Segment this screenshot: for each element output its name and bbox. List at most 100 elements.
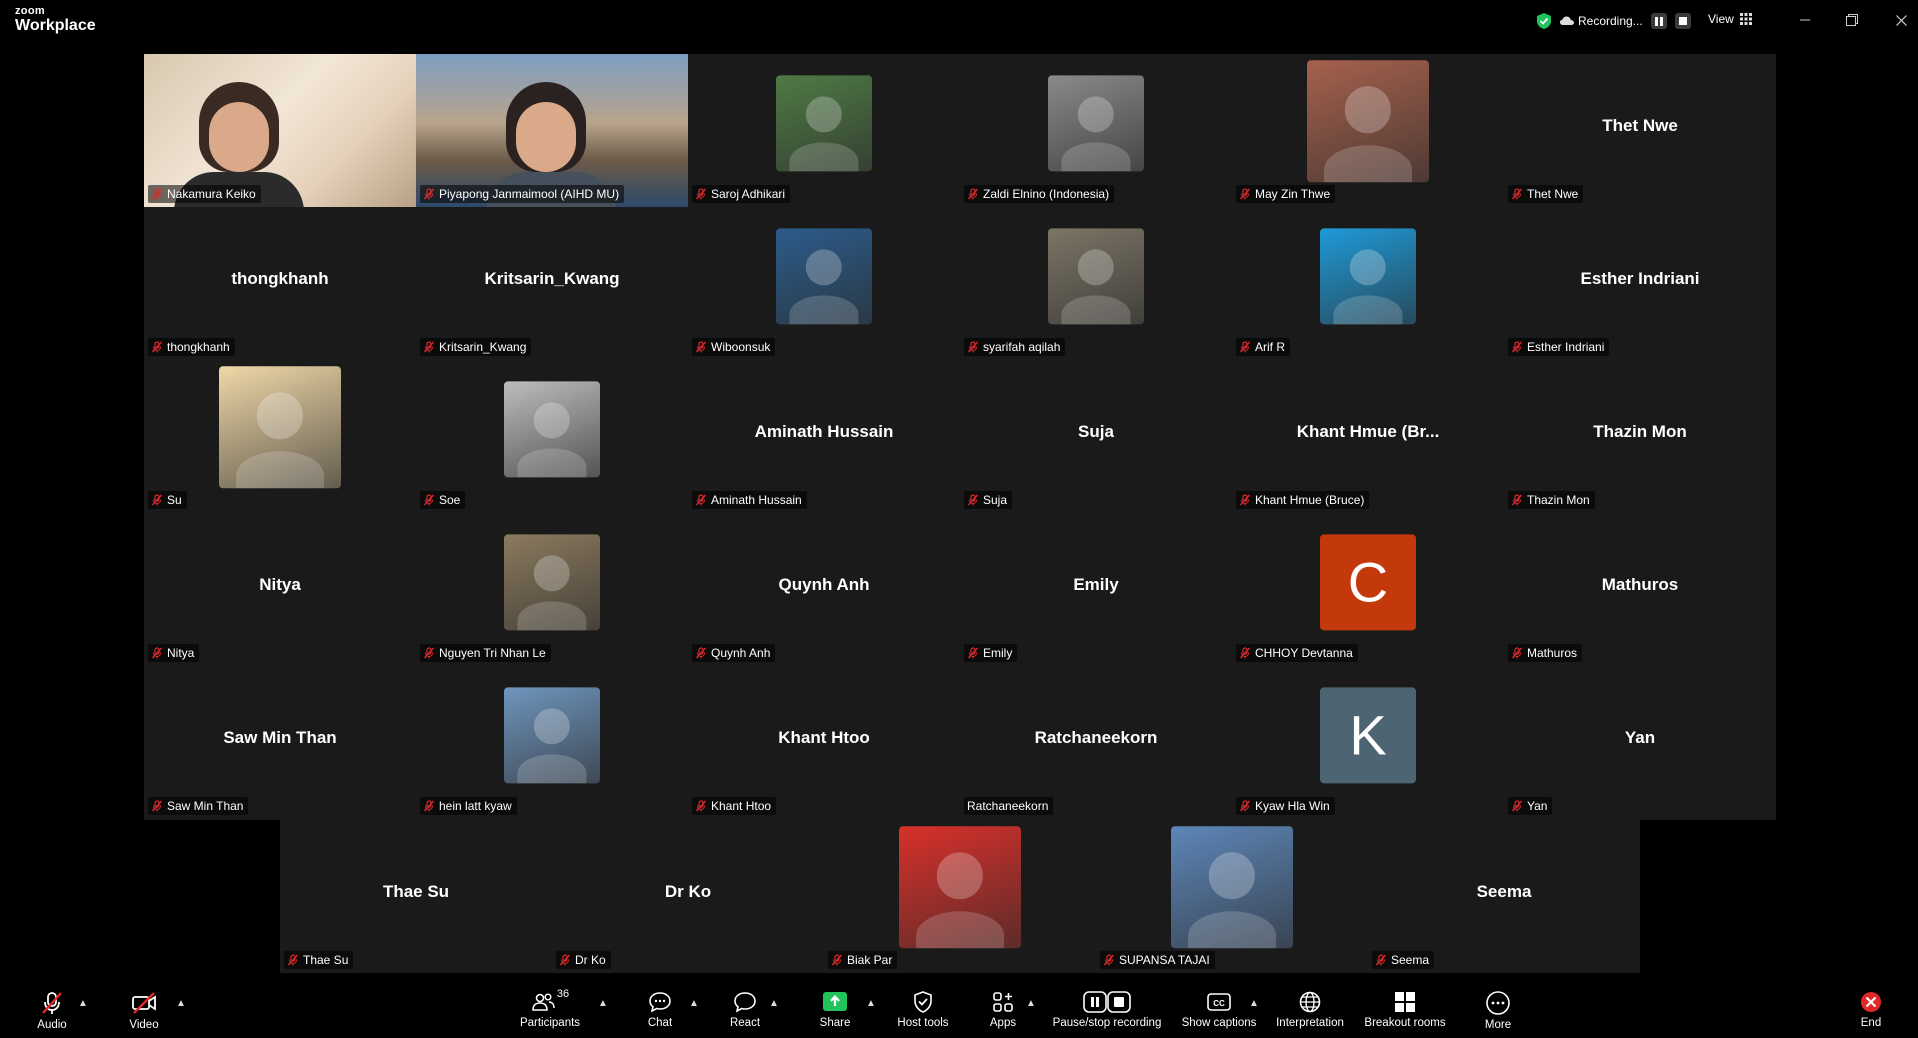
- participant-tile[interactable]: Thazin Mon Thazin Mon: [1504, 360, 1776, 513]
- video-options-caret[interactable]: ▲: [176, 998, 186, 1009]
- participant-avatar-photo: [219, 365, 341, 488]
- zoom-logo: zoom Workplace: [15, 6, 96, 34]
- muted-mic-icon: [423, 341, 435, 353]
- participant-tile[interactable]: Wiboonsuk: [688, 207, 960, 360]
- close-window-button[interactable]: [1886, 8, 1916, 32]
- restore-icon: [1846, 14, 1858, 26]
- chat-button[interactable]: Chat: [640, 980, 680, 1038]
- captions-button[interactable]: CC Show captions: [1178, 980, 1260, 1038]
- participant-display-name: Quynh Anh: [778, 575, 870, 594]
- breakout-rooms-button[interactable]: Breakout rooms: [1360, 980, 1450, 1038]
- participant-tile[interactable]: Yan Yan: [1504, 666, 1776, 819]
- muted-mic-icon: [1511, 494, 1523, 506]
- react-button[interactable]: React: [725, 980, 765, 1038]
- participant-tile[interactable]: Thet Nwe Thet Nwe: [1504, 54, 1776, 207]
- participants-button[interactable]: 36 Participants: [512, 980, 588, 1038]
- participant-tile[interactable]: Esther Indriani Esther Indriani: [1504, 207, 1776, 360]
- host-tools-button[interactable]: Host tools: [893, 980, 953, 1038]
- stop-recording-button[interactable]: [1674, 13, 1691, 29]
- participant-tile[interactable]: Piyapong Janmaimool (AIHD MU): [416, 54, 688, 207]
- share-options-caret[interactable]: ▲: [866, 998, 876, 1009]
- participant-tile[interactable]: Saw Min Than Saw Min Than: [144, 666, 416, 819]
- participant-tile[interactable]: Khant Htoo Khant Htoo: [688, 666, 960, 819]
- participant-name-text: Su: [167, 493, 182, 507]
- participants-options-caret[interactable]: ▲: [598, 998, 608, 1009]
- participant-name-label: Kritsarin_Kwang: [420, 338, 532, 356]
- participant-name-text: Quynh Anh: [711, 646, 771, 660]
- audio-button[interactable]: Audio: [30, 980, 74, 1038]
- video-button[interactable]: Video: [124, 980, 164, 1038]
- participant-tile[interactable]: Quynh Anh Quynh Anh: [688, 513, 960, 666]
- participant-tile[interactable]: Emily Emily: [960, 513, 1232, 666]
- participant-display-name: Thazin Mon: [1593, 422, 1687, 441]
- muted-mic-icon: [151, 494, 163, 506]
- participant-tile[interactable]: Seema Seema: [1368, 820, 1640, 973]
- apps-options-caret[interactable]: ▲: [1026, 998, 1036, 1009]
- globe-icon: [1299, 991, 1321, 1013]
- react-options-caret[interactable]: ▲: [769, 998, 779, 1009]
- participant-tile[interactable]: K Kyaw Hla Win: [1232, 666, 1504, 819]
- end-meeting-button[interactable]: End: [1856, 980, 1886, 1038]
- audio-options-caret[interactable]: ▲: [78, 998, 88, 1009]
- muted-mic-icon: [1239, 647, 1251, 659]
- participant-tile[interactable]: Kritsarin_Kwang Kritsarin_Kwang: [416, 207, 688, 360]
- interpretation-button[interactable]: Interpretation: [1272, 980, 1348, 1038]
- pause-recording-button[interactable]: [1650, 13, 1667, 29]
- apps-label: Apps: [989, 1017, 1017, 1029]
- participant-tile[interactable]: syarifah aqilah: [960, 207, 1232, 360]
- participant-tile[interactable]: Arif R: [1232, 207, 1504, 360]
- participant-avatar-photo: [776, 227, 872, 324]
- captions-label: Show captions: [1181, 1017, 1257, 1029]
- participant-tile[interactable]: hein latt kyaw: [416, 666, 688, 819]
- apps-button[interactable]: Apps: [983, 980, 1023, 1038]
- participant-tile[interactable]: Zaldi Elnino (Indonesia): [960, 54, 1232, 207]
- participant-tile[interactable]: Thae Su Thae Su: [280, 820, 552, 973]
- participant-tile[interactable]: Su: [144, 360, 416, 513]
- participant-tile[interactable]: Nguyen Tri Nhan Le: [416, 513, 688, 666]
- avatar-figure: [936, 852, 984, 899]
- recording-controls-icon: [1083, 991, 1131, 1013]
- participant-display-name: Esther Indriani: [1580, 269, 1700, 288]
- view-button[interactable]: View: [1708, 12, 1752, 26]
- participant-tile[interactable]: SUPANSA TAJAI: [1096, 820, 1368, 973]
- avatar-figure: [533, 554, 571, 592]
- participant-name-label: Wiboonsuk: [692, 338, 776, 356]
- participant-tile[interactable]: May Zin Thwe: [1232, 54, 1504, 207]
- participant-tile[interactable]: Mathuros Mathuros: [1504, 513, 1776, 666]
- encryption-shield-icon: [1537, 13, 1551, 29]
- participant-tile[interactable]: thongkhanh thongkhanh: [144, 207, 416, 360]
- avatar-figure: [256, 392, 304, 439]
- participant-tile[interactable]: Khant Hmue (Br... Khant Hmue (Bruce): [1232, 360, 1504, 513]
- participant-display-name: Khant Hmue (Br...: [1296, 422, 1440, 441]
- participant-tile[interactable]: Nakamura Keiko: [144, 54, 416, 207]
- pause-recording-label: Pause/stop recording: [1052, 1017, 1162, 1029]
- logo-big-text: Workplace: [15, 17, 96, 34]
- muted-mic-icon: [423, 800, 435, 812]
- more-button[interactable]: More: [1478, 980, 1518, 1038]
- share-button[interactable]: Share: [815, 980, 855, 1038]
- captions-options-caret[interactable]: ▲: [1249, 998, 1259, 1009]
- minimize-icon: [1800, 19, 1810, 21]
- chat-options-caret[interactable]: ▲: [689, 998, 699, 1009]
- participant-tile[interactable]: Dr Ko Dr Ko: [552, 820, 824, 973]
- participant-tile[interactable]: Suja Suja: [960, 360, 1232, 513]
- close-icon: [1895, 14, 1907, 26]
- participant-tile[interactable]: C CHHOY Devtanna: [1232, 513, 1504, 666]
- participant-name-label: Nguyen Tri Nhan Le: [420, 644, 551, 662]
- participant-tile[interactable]: Aminath Hussain Aminath Hussain: [688, 360, 960, 513]
- participant-name-label: Quynh Anh: [692, 644, 776, 662]
- participant-name-text: thongkhanh: [167, 340, 230, 354]
- participant-name-label: Khant Hmue (Bruce): [1236, 491, 1370, 509]
- participant-name-label: Thet Nwe: [1508, 185, 1584, 203]
- restore-button[interactable]: [1837, 8, 1867, 32]
- minimize-button[interactable]: [1790, 8, 1820, 32]
- participant-tile[interactable]: Nitya Nitya: [144, 513, 416, 666]
- participant-tile[interactable]: Biak Par: [824, 820, 1096, 973]
- svg-text:CC: CC: [1213, 999, 1225, 1008]
- pause-stop-recording-button[interactable]: Pause/stop recording: [1048, 980, 1166, 1038]
- participant-tile[interactable]: Ratchaneekorn Ratchaneekorn: [960, 666, 1232, 819]
- participant-tile[interactable]: Saroj Adhikari: [688, 54, 960, 207]
- participant-tile[interactable]: Soe: [416, 360, 688, 513]
- muted-mic-icon: [423, 494, 435, 506]
- muted-mic-icon: [1239, 800, 1251, 812]
